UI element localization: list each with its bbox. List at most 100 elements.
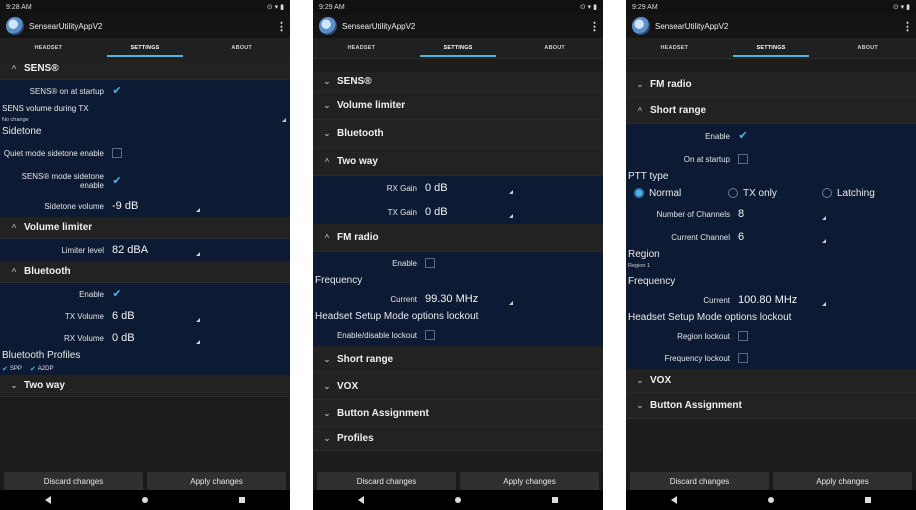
tab-settings[interactable]: SETTINGS xyxy=(410,38,507,58)
section-bluetooth[interactable]: ⌄ Bluetooth xyxy=(313,120,603,148)
section-volume-limiter[interactable]: ⌄ Volume limiter xyxy=(313,92,603,120)
overflow-menu-icon[interactable]: ⋮ xyxy=(589,20,600,33)
profile-spp[interactable]: SPP xyxy=(2,365,22,373)
section-bluetooth[interactable]: ^ Bluetooth xyxy=(0,261,290,283)
recents-icon[interactable] xyxy=(864,497,871,503)
on-at-startup-checkbox[interactable] xyxy=(738,154,748,164)
home-icon[interactable] xyxy=(767,497,774,503)
enable-disable-lockout-checkbox[interactable] xyxy=(425,330,435,340)
rx-gain-label: RX Gain xyxy=(386,183,417,193)
current-channel-select[interactable]: 6 xyxy=(738,229,830,245)
tab-about[interactable]: ABOUT xyxy=(506,38,603,58)
apply-changes-button[interactable]: Apply changes xyxy=(147,472,286,490)
ptt-type-group: Normal TX only Latching xyxy=(626,184,916,202)
back-icon[interactable] xyxy=(671,496,678,504)
chevron-down-icon: ⌄ xyxy=(323,354,331,364)
sens-volume-tx-value: No change xyxy=(2,117,29,123)
current-frequency-select[interactable]: 100.80 MHz xyxy=(738,292,830,308)
section-short-range[interactable]: ^ Short range xyxy=(626,98,916,124)
region-lockout-checkbox[interactable] xyxy=(738,331,748,341)
quiet-mode-label: Quiet mode sidetone enable xyxy=(3,148,104,158)
overflow-menu-icon[interactable]: ⋮ xyxy=(276,20,287,33)
num-channels-select[interactable]: 8 xyxy=(738,206,830,222)
section-fm-radio[interactable]: ^ FM radio xyxy=(313,224,603,252)
tx-volume-select[interactable]: 6 dB xyxy=(112,308,204,324)
discard-changes-button[interactable]: Discard changes xyxy=(4,472,143,490)
status-bar: 9:29 AM ⊙ ▾ ▮ xyxy=(626,0,916,14)
sidetone-volume-select[interactable]: -9 dB xyxy=(112,198,204,214)
section-vox[interactable]: ⌄ VOX xyxy=(313,373,603,400)
dropdown-corner-icon xyxy=(196,318,200,322)
settings-list[interactable]: ^ SENS® SENS® on at startup SENS volume … xyxy=(0,58,290,472)
discard-changes-button[interactable]: Discard changes xyxy=(630,472,769,490)
ptt-latching-radio[interactable]: Latching xyxy=(822,188,916,199)
apply-changes-button[interactable]: Apply changes xyxy=(460,472,599,490)
section-two-way[interactable]: ⌄ Two way xyxy=(0,375,290,397)
sens-panel: SENS® on at startup SENS volume during T… xyxy=(0,80,290,217)
apply-changes-button[interactable]: Apply changes xyxy=(773,472,912,490)
overflow-menu-icon[interactable]: ⋮ xyxy=(902,20,913,33)
dropdown-corner-icon xyxy=(509,214,513,218)
tab-settings[interactable]: SETTINGS xyxy=(723,38,820,58)
region-value: Region 1 xyxy=(628,263,651,269)
chevron-up-icon: ^ xyxy=(324,233,330,242)
fm-enable-checkbox[interactable] xyxy=(425,258,435,268)
tab-headset[interactable]: HEADSET xyxy=(626,38,723,58)
sens-mode-checkbox[interactable] xyxy=(112,176,122,186)
quiet-mode-checkbox[interactable] xyxy=(112,148,122,158)
section-two-way[interactable]: ^ Two way xyxy=(313,148,603,176)
chevron-up-icon: ^ xyxy=(637,106,643,115)
app-bar: SensearUtilityAppV2 ⋮ xyxy=(0,14,290,38)
section-title: Button Assignment xyxy=(337,407,429,419)
section-vox[interactable]: ⌄ VOX xyxy=(626,369,916,393)
section-sens[interactable]: ⌄ SENS® xyxy=(313,72,603,92)
ptt-normal-radio[interactable]: Normal xyxy=(634,188,728,199)
discard-changes-button[interactable]: Discard changes xyxy=(317,472,456,490)
profile-a2dp[interactable]: A2DP xyxy=(30,365,54,373)
back-icon[interactable] xyxy=(358,496,365,504)
chevron-up-icon: ^ xyxy=(324,157,330,166)
rx-gain-select[interactable]: 0 dB xyxy=(425,180,517,196)
home-icon[interactable] xyxy=(141,497,148,503)
dropdown-corner-icon xyxy=(282,118,286,122)
tab-headset[interactable]: HEADSET xyxy=(0,38,97,58)
section-fm-radio[interactable]: ⌄ FM radio xyxy=(626,72,916,98)
ptt-tx-only-radio[interactable]: TX only xyxy=(728,188,822,199)
region-select[interactable]: Region 1 xyxy=(626,262,916,271)
recents-icon[interactable] xyxy=(551,497,558,503)
section-title: SENS® xyxy=(24,63,59,74)
section-volume-limiter[interactable]: ^ Volume limiter xyxy=(0,217,290,239)
recents-icon[interactable] xyxy=(238,497,245,503)
on-at-startup-label: On at startup xyxy=(683,154,730,164)
tab-bar: HEADSET SETTINGS ABOUT xyxy=(0,38,290,59)
tab-about[interactable]: ABOUT xyxy=(193,38,290,58)
frequency-lockout-checkbox[interactable] xyxy=(738,353,748,363)
sens-on-startup-label: SENS® on at startup xyxy=(29,86,104,96)
rx-volume-select[interactable]: 0 dB xyxy=(112,330,204,346)
limiter-level-select[interactable]: 82 dBA xyxy=(112,242,204,258)
screen-settings-3: 9:29 AM ⊙ ▾ ▮ SensearUtilityAppV2 ⋮ HEAD… xyxy=(626,0,916,510)
settings-list[interactable]: ⌄ SENS® ⌄ Volume limiter ⌄ Bluetooth ^ T… xyxy=(313,72,603,472)
current-frequency-select[interactable]: 99.30 MHz xyxy=(425,291,517,307)
bt-enable-checkbox[interactable] xyxy=(112,289,122,299)
tx-gain-select[interactable]: 0 dB xyxy=(425,204,517,220)
app-logo-icon xyxy=(632,17,650,35)
section-button-assignment[interactable]: ⌄ Button Assignment xyxy=(626,393,916,419)
tab-headset[interactable]: HEADSET xyxy=(313,38,410,58)
section-profiles[interactable]: ⌄ Profiles xyxy=(313,427,603,451)
tab-about[interactable]: ABOUT xyxy=(819,38,916,58)
check-icon xyxy=(30,365,36,373)
sr-enable-checkbox[interactable] xyxy=(738,131,748,141)
current-frequency-label: Current xyxy=(390,294,417,304)
section-short-range[interactable]: ⌄ Short range xyxy=(313,346,603,373)
tab-settings[interactable]: SETTINGS xyxy=(97,38,194,58)
sens-volume-tx-select[interactable]: No change xyxy=(0,116,290,125)
home-icon[interactable] xyxy=(454,497,461,503)
back-icon[interactable] xyxy=(45,496,52,504)
settings-list[interactable]: ⌄ FM radio ^ Short range Enable On at st… xyxy=(626,72,916,472)
section-button-assignment[interactable]: ⌄ Button Assignment xyxy=(313,400,603,427)
section-sens[interactable]: ^ SENS® xyxy=(0,58,290,80)
short-range-panel: Enable On at startup PTT type Normal TX … xyxy=(626,124,916,369)
sens-on-startup-checkbox[interactable] xyxy=(112,86,122,96)
dropdown-corner-icon xyxy=(822,239,826,243)
